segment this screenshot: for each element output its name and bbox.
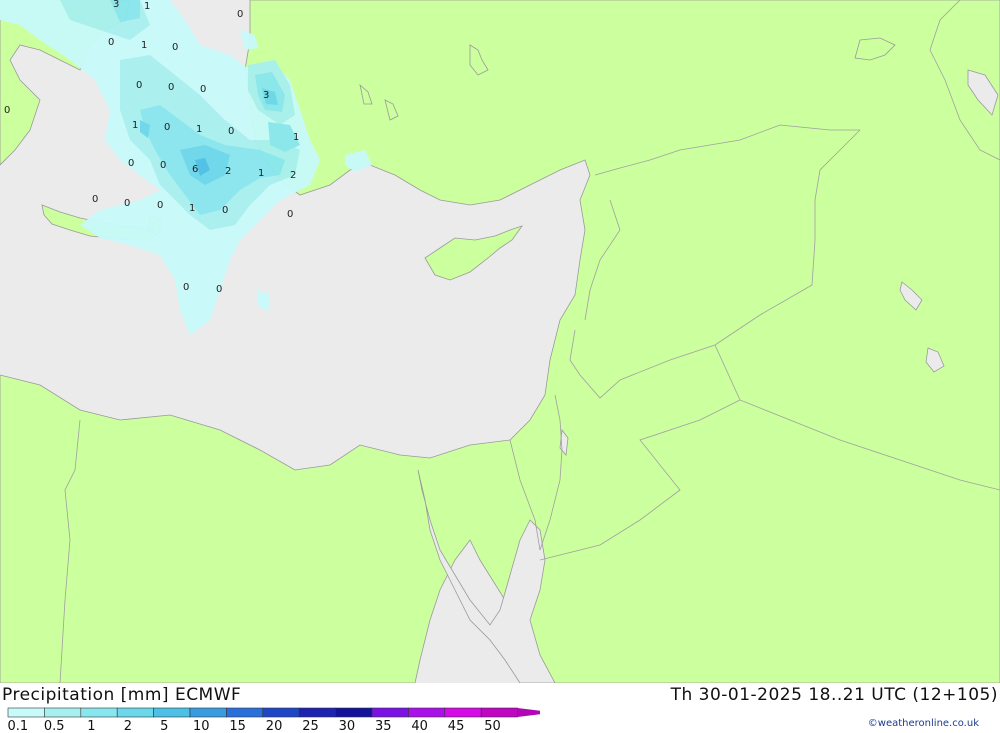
precip-value: 1 bbox=[293, 132, 299, 143]
precip-value: 1 bbox=[144, 1, 150, 12]
legend-swatch bbox=[408, 707, 446, 718]
legend-label: 0.5 bbox=[44, 719, 65, 733]
legend-arrow bbox=[517, 708, 540, 717]
legend-label: 45 bbox=[448, 719, 465, 733]
legend-swatch bbox=[80, 707, 118, 718]
footer-bar: Precipitation [mm] ECMWF Th 30-01-2025 1… bbox=[0, 683, 1000, 733]
precip-value: 1 bbox=[189, 203, 195, 214]
legend-swatch bbox=[7, 707, 45, 718]
legend-label: 2 bbox=[124, 719, 132, 733]
precip-value: 0 bbox=[216, 284, 222, 295]
precip-value: 0 bbox=[160, 160, 166, 171]
precip-value: 0 bbox=[200, 84, 206, 95]
precip-value: 1 bbox=[132, 120, 138, 131]
precip-value: 1 bbox=[141, 40, 147, 51]
precip-value: 0 bbox=[4, 105, 10, 116]
legend-label: 20 bbox=[266, 719, 283, 733]
precipitation-map: 3 1 0 0 1 0 0 0 0 3 1 0 1 0 1 0 0 6 2 1 … bbox=[0, 0, 1000, 683]
legend-label: 40 bbox=[411, 719, 428, 733]
credit-link[interactable]: ©weatheronline.co.uk bbox=[868, 718, 979, 729]
precip-value: 0 bbox=[124, 198, 130, 209]
legend-label: 1 bbox=[87, 719, 95, 733]
legend-swatch bbox=[371, 707, 409, 718]
precip-value: 0 bbox=[172, 42, 178, 53]
precip-value: 3 bbox=[263, 90, 269, 101]
precip-value: 0 bbox=[168, 82, 174, 93]
precip-value: 3 bbox=[113, 0, 119, 10]
precip-value: 0 bbox=[237, 9, 243, 20]
legend-label: 35 bbox=[375, 719, 392, 733]
legend-swatch bbox=[262, 707, 300, 718]
precip-value: 0 bbox=[128, 158, 134, 169]
precip-value: 0 bbox=[136, 80, 142, 91]
precip-value: 0 bbox=[92, 194, 98, 205]
legend-label: 30 bbox=[339, 719, 356, 733]
precip-value: 1 bbox=[196, 124, 202, 135]
precipitation-legend: 0.1 0.5 1 2 5 10 15 20 25 30 35 40 45 50 bbox=[7, 707, 540, 733]
precip-value: 1 bbox=[258, 168, 264, 179]
legend-swatch bbox=[335, 707, 373, 718]
precip-value: 0 bbox=[183, 282, 189, 293]
legend-swatch bbox=[298, 707, 336, 718]
precip-value: 0 bbox=[157, 200, 163, 211]
legend-label: 25 bbox=[302, 719, 319, 733]
legend-label: 10 bbox=[193, 719, 210, 733]
legend-swatch bbox=[189, 707, 227, 718]
map-title: Precipitation [mm] ECMWF bbox=[2, 685, 242, 705]
precip-value: 2 bbox=[225, 166, 231, 177]
precip-value: 0 bbox=[108, 37, 114, 48]
precip-value: 6 bbox=[192, 164, 198, 175]
legend-label: 15 bbox=[229, 719, 246, 733]
precip-value: 0 bbox=[222, 205, 228, 216]
legend-swatch bbox=[44, 707, 82, 718]
precip-value: 0 bbox=[287, 209, 293, 220]
legend-label: 50 bbox=[484, 719, 501, 733]
legend-swatch bbox=[153, 707, 191, 718]
map-valid-time: Th 30-01-2025 18..21 UTC (12+105) bbox=[670, 685, 998, 705]
precip-value: 2 bbox=[290, 170, 296, 181]
legend-swatch bbox=[116, 707, 154, 718]
map-svg: 3 1 0 0 1 0 0 0 0 3 1 0 1 0 1 0 0 6 2 1 … bbox=[0, 0, 1000, 683]
legend-label: 5 bbox=[160, 719, 168, 733]
precip-value: 0 bbox=[164, 122, 170, 133]
precip-value: 0 bbox=[228, 126, 234, 137]
legend-swatch bbox=[444, 707, 482, 718]
legend-swatch bbox=[226, 707, 264, 718]
legend-label: 0.1 bbox=[8, 719, 29, 733]
legend-swatch bbox=[480, 707, 518, 718]
